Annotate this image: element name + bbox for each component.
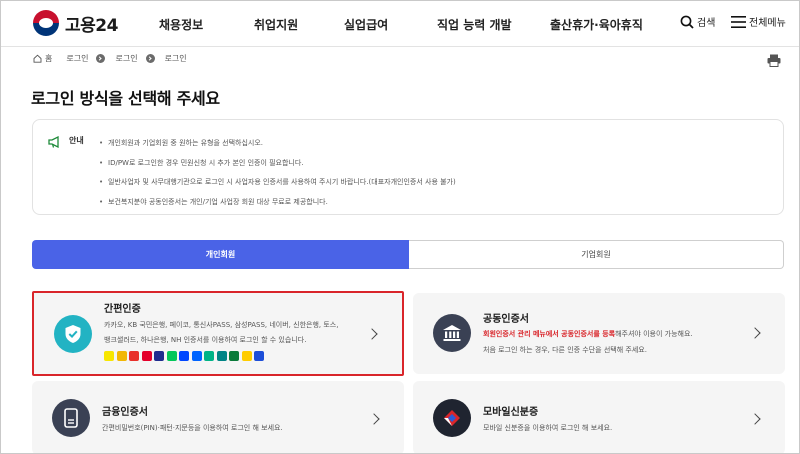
chevron-right-icon [366,328,378,340]
shinhan-icon [179,351,189,361]
mobile-id-icon [433,399,471,437]
nav-maternity-leave[interactable]: 출산휴가·육아휴직 [550,16,643,33]
joint-certificate-desc-2: 처음 로그인 하는 경우, 다른 인증 수단을 선택해 주세요. [483,346,647,354]
mobile-id-desc: 모바일 신분증을 이용하여 로그인 해 보세요. [483,424,613,432]
search-button[interactable]: 검색 [680,14,715,29]
page: 고용24 채용정보 취업지원 실업급여 직업 능력 개발 출산휴가·육아휴직 검… [0,0,800,454]
breadcrumb-home[interactable]: 홈 [45,53,52,64]
kakao-icon [104,351,114,361]
joint-certificate-highlight: 회원인증서 관리 메뉴에서 공동인증서를 등록 [483,330,616,338]
payco-icon [129,351,139,361]
bank-building-icon [433,314,471,352]
notice-item: 개인회원과 기업회원 중 원하는 유형을 선택하십시오. [99,134,456,154]
all-menu-button[interactable]: 전체메뉴 [731,14,786,29]
tab-corporate-member[interactable]: 기업회원 [409,240,784,269]
joint-certificate-card[interactable]: 공동인증서 회원인증서 관리 메뉴에서 공동인증서를 등록해주셔야 이용이 가능… [413,293,785,374]
print-button[interactable] [767,52,781,71]
notice-item: 일반사업자 및 사무대행기관으로 로그인 시 사업자용 인증서를 사용하여 주시… [99,173,456,193]
auth-provider-icons [104,351,267,361]
notice-label: 안내 [69,136,84,145]
nav-employment-support[interactable]: 취업지원 [254,16,298,33]
simple-auth-title: 간편인증 [104,304,141,315]
kb-star-icon [241,351,252,361]
hana-icon [216,351,227,361]
nav-job-info[interactable]: 채용정보 [159,16,203,33]
financial-certificate-card[interactable]: 금융인증서 간편비밀번호(PIN)·패턴·지문등을 이용하여 로그인 해 보세요… [32,381,404,453]
breadcrumb-level-2[interactable]: 로그인 [115,53,137,64]
joint-certificate-title: 공동인증서 [483,314,529,325]
megaphone-icon [48,136,59,148]
breadcrumb-level-3: 로그인 [164,54,187,63]
chevron-right-icon [368,413,380,425]
chevron-down-icon[interactable] [145,54,155,63]
nh-icon [229,351,239,361]
taegeuk-logo-icon [33,10,59,36]
hamburger-menu-icon [731,15,746,28]
chevron-down-icon[interactable] [96,54,106,63]
nav-vocational-training[interactable]: 직업 능력 개발 [437,16,512,33]
top-header: 고용24 채용정보 취업지원 실업급여 직업 능력 개발 출산휴가·육아휴직 검… [1,1,799,47]
search-label: 검색 [697,18,716,29]
search-icon [680,15,694,29]
phone-certificate-icon [52,399,90,437]
financial-certificate-title: 금융인증서 [102,407,148,418]
chevron-right-icon [749,413,761,425]
chevron-right-icon [749,327,761,339]
financial-certificate-desc: 간편비밀번호(PIN)·패턴·지문등을 이용하여 로그인 해 보세요. [102,424,283,432]
kb-icon [116,351,127,361]
pass-icon [141,351,152,361]
tab-personal-member[interactable]: 개인회원 [32,240,409,269]
nav-unemployment-benefit[interactable]: 실업급여 [344,16,388,33]
printer-icon [767,54,781,67]
samsung-pass-icon [154,351,164,361]
naver-icon [166,351,177,361]
mobile-id-title: 모바일신분증 [483,407,539,418]
notice-list: 개인회원과 기업회원 중 원하는 유형을 선택하십시오. ID/PW로 로그인한… [99,134,456,212]
notice-box: 안내 개인회원과 기업회원 중 원하는 유형을 선택하십시오. ID/PW로 로… [32,119,784,215]
mobile-id-card[interactable]: 모바일신분증 모바일 신분증을 이용하여 로그인 해 보세요. [413,381,785,453]
simple-auth-card[interactable]: 간편인증 카카오, KB 국민은행, 페이코, 통신사PASS, 삼성PASS,… [32,291,404,376]
breadcrumb-level-1[interactable]: 로그인 [66,53,88,64]
menu-label: 전체메뉴 [749,18,786,29]
toss-icon [191,351,202,361]
notice-item: 보건복지분야 공동인증서는 개인/기업 사업장 회원 대상 무료로 제공합니다. [99,193,456,213]
simple-auth-desc-1: 카카오, KB 국민은행, 페이코, 통신사PASS, 삼성PASS, 네이버,… [104,321,339,329]
simple-auth-desc-2: 뱅크샐러드, 하나은행, NH 인증서를 이용하여 로그인 할 수 있습니다. [104,336,307,344]
shield-check-icon [54,315,92,353]
joint-certificate-desc-rest: 해주셔야 이용이 가능해요. [615,330,693,338]
logo-text: 고용24 [65,15,118,36]
banksalad-icon [204,351,214,361]
site-logo[interactable]: 고용24 [33,10,118,36]
page-title: 로그인 방식을 선택해 주세요 [31,89,220,108]
bank-icon-extra [254,351,264,361]
breadcrumb: 홈 로그인 로그인 로그인 [33,53,187,64]
notice-item: ID/PW로 로그인한 경우 민원신청 시 추가 본인 인증이 필요합니다. [99,154,456,174]
home-icon [33,54,42,63]
joint-certificate-desc-1: 회원인증서 관리 메뉴에서 공동인증서를 등록해주셔야 이용이 가능해요. [483,327,693,342]
